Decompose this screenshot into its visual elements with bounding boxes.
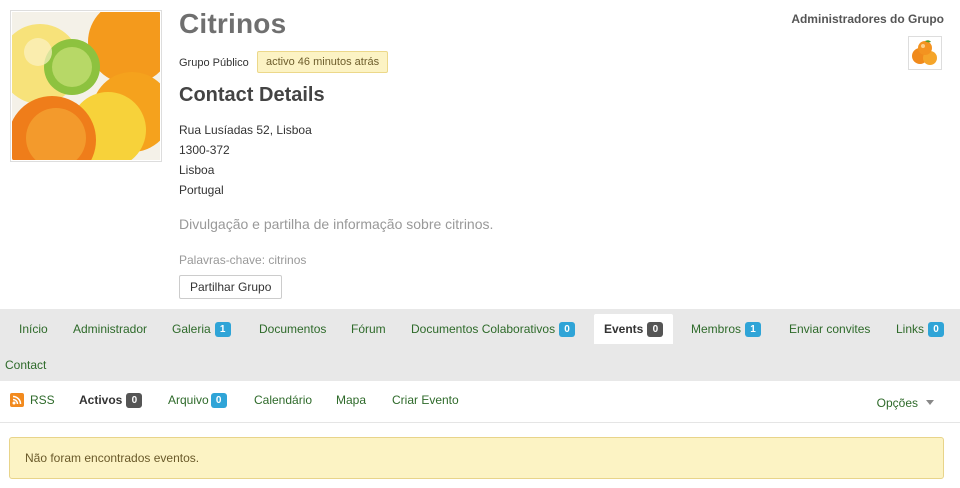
tab-inicio[interactable]: Início bbox=[11, 314, 56, 344]
subnav-label: Mapa bbox=[336, 393, 367, 407]
tab-label: Documentos bbox=[259, 322, 327, 336]
subnav-mapa[interactable]: Mapa bbox=[336, 393, 366, 407]
tab-label: Membros bbox=[691, 322, 742, 336]
group-tabs: Início Administrador Galeria 1 Documentos… bbox=[0, 309, 960, 381]
activity-badge: activo 46 minutos atrás bbox=[257, 51, 389, 73]
count-badge: 0 bbox=[126, 393, 143, 408]
group-description: Divulgação e partilha de informação sobr… bbox=[179, 216, 494, 232]
count-badge: 0 bbox=[559, 322, 576, 337]
subnav-arquivo[interactable]: Arquivo 0 bbox=[168, 393, 227, 408]
tab-galeria[interactable]: Galeria 1 bbox=[164, 314, 239, 344]
contact-address: Rua Lusíadas 52, Lisboa 1300-372 Lisboa … bbox=[179, 120, 312, 200]
admins-heading: Administradores do Grupo bbox=[791, 12, 944, 26]
tab-administrador[interactable]: Administrador bbox=[65, 314, 155, 344]
group-visibility: Grupo Público bbox=[179, 57, 249, 69]
tab-label: Início bbox=[19, 322, 48, 336]
tab-contact[interactable]: Contact bbox=[0, 350, 54, 380]
subnav-criar-evento[interactable]: Criar Evento bbox=[392, 393, 459, 407]
count-badge: 0 bbox=[647, 322, 664, 337]
rss-label: RSS bbox=[30, 393, 55, 407]
admin-avatar[interactable] bbox=[908, 36, 942, 70]
rss-link[interactable]: RSS bbox=[10, 393, 55, 407]
options-label: Opções bbox=[876, 396, 918, 410]
count-badge: 0 bbox=[928, 322, 945, 337]
subnav-label: Arquivo bbox=[168, 393, 209, 407]
subnav-label: Calendário bbox=[254, 393, 313, 407]
caret-down-icon bbox=[926, 400, 934, 405]
tab-label: Fórum bbox=[351, 322, 386, 336]
address-postal-code: 1300-372 bbox=[179, 143, 230, 157]
count-badge: 1 bbox=[745, 322, 762, 337]
tab-label: Contact bbox=[5, 358, 47, 372]
group-keywords: Palavras-chave: citrinos bbox=[179, 253, 307, 267]
tab-links[interactable]: Links 0 bbox=[888, 314, 952, 344]
count-badge: 1 bbox=[214, 322, 231, 337]
subnav-activos[interactable]: Activos 0 bbox=[79, 393, 143, 408]
tab-documentos[interactable]: Documentos bbox=[251, 314, 334, 344]
tab-label: Documentos Colaborativos bbox=[411, 322, 556, 336]
address-country: Portugal bbox=[179, 183, 224, 197]
tab-label: Galeria bbox=[172, 322, 211, 336]
subnav-label: Criar Evento bbox=[392, 393, 459, 407]
no-events-alert: Não foram encontrados eventos. bbox=[9, 437, 944, 479]
citrus-photo-icon bbox=[12, 12, 160, 160]
tab-label: Links bbox=[896, 322, 925, 336]
options-dropdown[interactable]: Opções bbox=[877, 396, 934, 410]
page-title: Citrinos bbox=[179, 8, 287, 39]
count-badge: 0 bbox=[210, 393, 227, 408]
orange-fruit-icon bbox=[910, 38, 940, 68]
tab-membros[interactable]: Membros 1 bbox=[683, 314, 769, 344]
tab-label: Administrador bbox=[73, 322, 148, 336]
tab-enviar-convites[interactable]: Enviar convites bbox=[781, 314, 878, 344]
tab-label: Events bbox=[604, 322, 644, 336]
tab-forum[interactable]: Fórum bbox=[343, 314, 394, 344]
address-city: Lisboa bbox=[179, 163, 215, 177]
rss-icon bbox=[10, 393, 24, 407]
contact-details-heading: Contact Details bbox=[179, 84, 325, 106]
subnav-calendario[interactable]: Calendário bbox=[254, 393, 312, 407]
subnav-label: Activos bbox=[79, 393, 123, 407]
group-avatar bbox=[10, 10, 162, 162]
tab-documentos-colaborativos[interactable]: Documentos Colaborativos 0 bbox=[403, 314, 583, 344]
address-street: Rua Lusíadas 52, Lisboa bbox=[179, 123, 312, 137]
share-group-button[interactable]: Partilhar Grupo bbox=[179, 275, 283, 299]
tab-events[interactable]: Events 0 bbox=[594, 314, 674, 344]
events-subnav: RSS Activos 0 Arquivo 0 Calendário Mapa Cr… bbox=[0, 381, 960, 423]
tab-label: Enviar convites bbox=[789, 322, 871, 336]
